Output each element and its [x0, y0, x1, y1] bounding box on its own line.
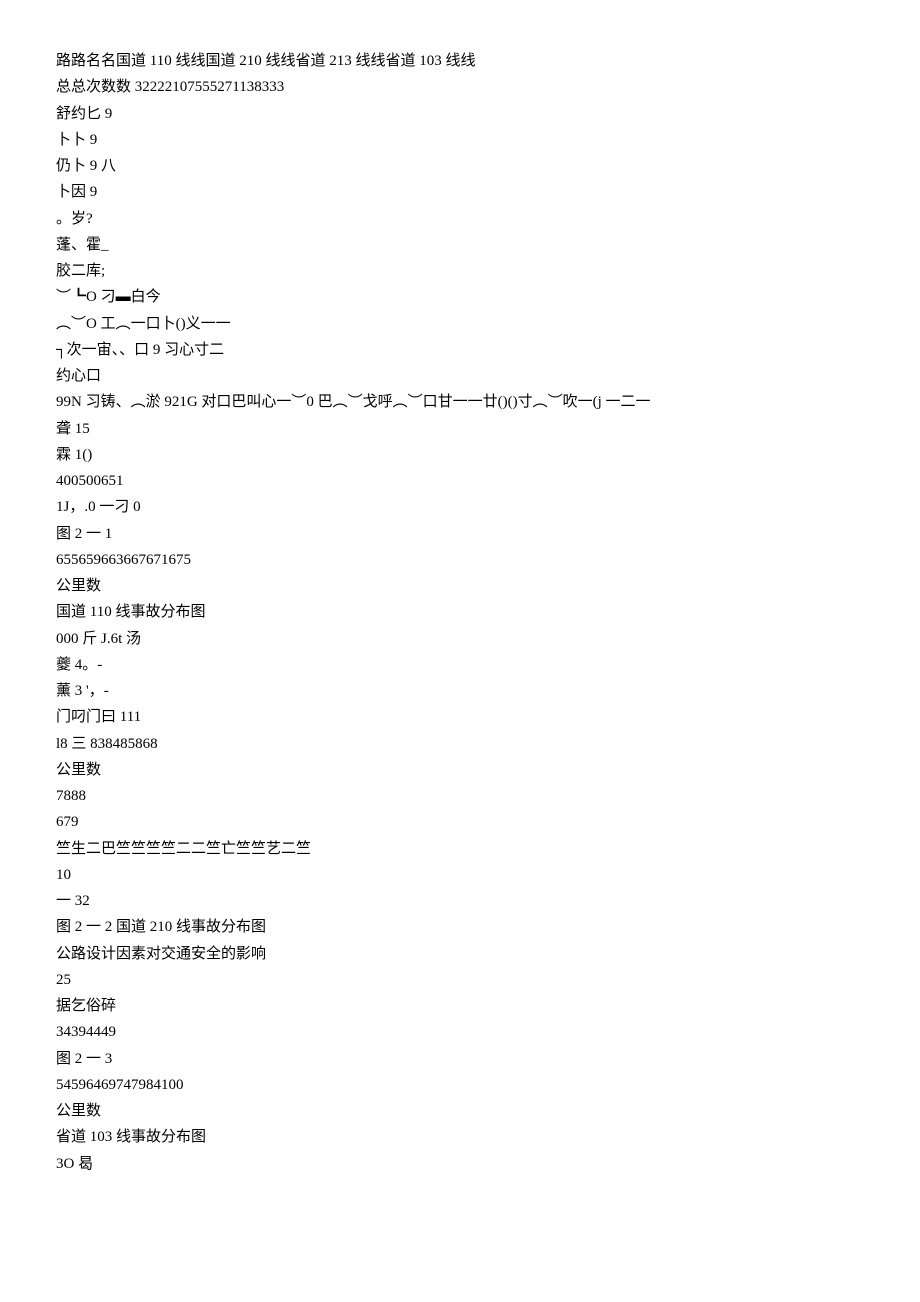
text-line: 省道 103 线事故分布图	[56, 1124, 864, 1150]
text-line: 7888	[56, 783, 864, 809]
text-line: 000 斤 J.6t 汤	[56, 626, 864, 652]
text-line: 卜因 9	[56, 179, 864, 205]
text-line: 99N 习铸、︵淤 921G 对口巴叫心一︶0 巴︵︶戈呼︵︶口甘一一廿()()…	[56, 389, 864, 415]
text-line: 国道 110 线事故分布图	[56, 599, 864, 625]
text-line: 聋 15	[56, 416, 864, 442]
text-line: 25	[56, 967, 864, 993]
text-line: 图 2 一 1	[56, 521, 864, 547]
text-line: 图 2 一 3	[56, 1046, 864, 1072]
text-line: 54596469747984100	[56, 1072, 864, 1098]
text-line: ︶┗O 刁▬白今	[56, 284, 864, 310]
text-line: 薰 3 '，-	[56, 678, 864, 704]
text-line: 仍卜 9 八	[56, 153, 864, 179]
text-line: 舒约匕 9	[56, 101, 864, 127]
text-line: 400500651	[56, 468, 864, 494]
text-line: 34394449	[56, 1019, 864, 1045]
text-line: 门叼门曰 111	[56, 704, 864, 730]
text-line: 夔 4。-	[56, 652, 864, 678]
text-line: 约心口	[56, 363, 864, 389]
text-line: 。岁?	[56, 206, 864, 232]
document-body: 路路名名国道 110 线线国道 210 线线省道 213 线线省道 103 线线…	[56, 48, 864, 1177]
text-line: 竺生二巴竺竺竺竺二二竺亡竺竺艺二竺	[56, 836, 864, 862]
text-line: 蓬、霍_	[56, 232, 864, 258]
text-line: 胶二库;	[56, 258, 864, 284]
text-line: 公里数	[56, 757, 864, 783]
text-line: 655659663667671675	[56, 547, 864, 573]
text-line: 公路设计因素对交通安全的影响	[56, 941, 864, 967]
text-line: 公里数	[56, 1098, 864, 1124]
text-line: 3O 曷	[56, 1151, 864, 1177]
text-line: 卜卜 9	[56, 127, 864, 153]
text-line: 路路名名国道 110 线线国道 210 线线省道 213 线线省道 103 线线	[56, 48, 864, 74]
text-line: 1J，.0 一刁 0	[56, 494, 864, 520]
text-line: 一 32	[56, 888, 864, 914]
text-line: l8 三 838485868	[56, 731, 864, 757]
text-line: 据乞俗碎	[56, 993, 864, 1019]
text-line: 10	[56, 862, 864, 888]
text-line: ︵︶O 工︵一口卜()义一一	[56, 311, 864, 337]
text-line: 总总次数数 32222107555271138333	[56, 74, 864, 100]
text-line: 679	[56, 809, 864, 835]
text-line: 霖 1()	[56, 442, 864, 468]
text-line: 公里数	[56, 573, 864, 599]
text-line: 图 2 一 2 国道 210 线事故分布图	[56, 914, 864, 940]
text-line: ┐次一宙、、口 9 习心寸二	[56, 337, 864, 363]
